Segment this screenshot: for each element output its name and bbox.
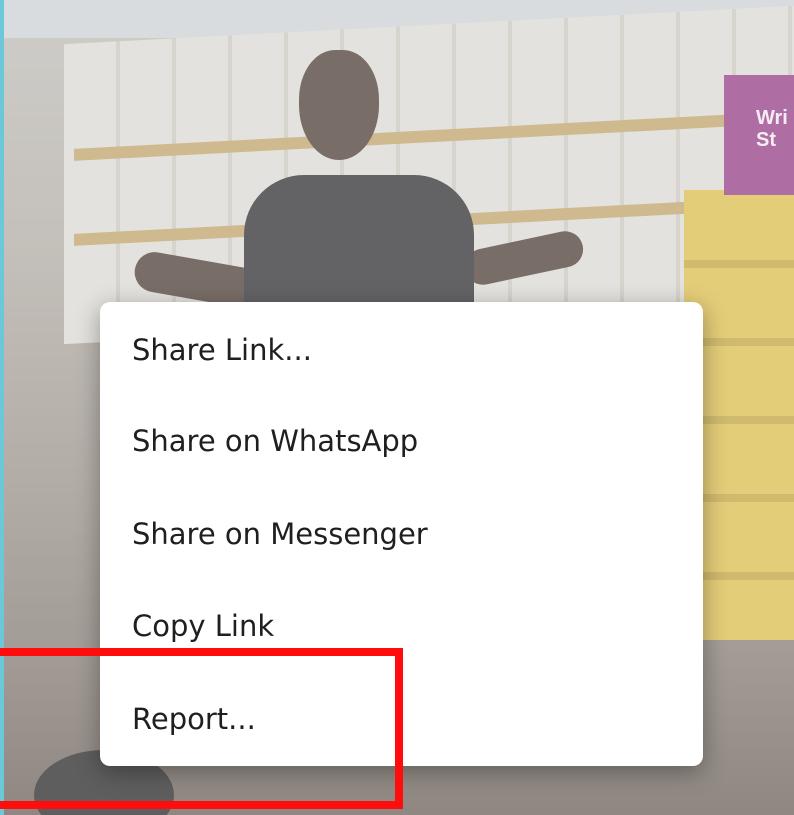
menu-item-share-link[interactable]: Share Link... — [100, 302, 703, 395]
menu-item-share-whatsapp[interactable]: Share on WhatsApp — [100, 395, 703, 488]
share-menu: Share Link... Share on WhatsApp Share on… — [100, 302, 703, 766]
menu-item-report[interactable]: Report... — [100, 673, 703, 766]
menu-item-copy-link[interactable]: Copy Link — [100, 580, 703, 673]
menu-item-share-messenger[interactable]: Share on Messenger — [100, 488, 703, 581]
